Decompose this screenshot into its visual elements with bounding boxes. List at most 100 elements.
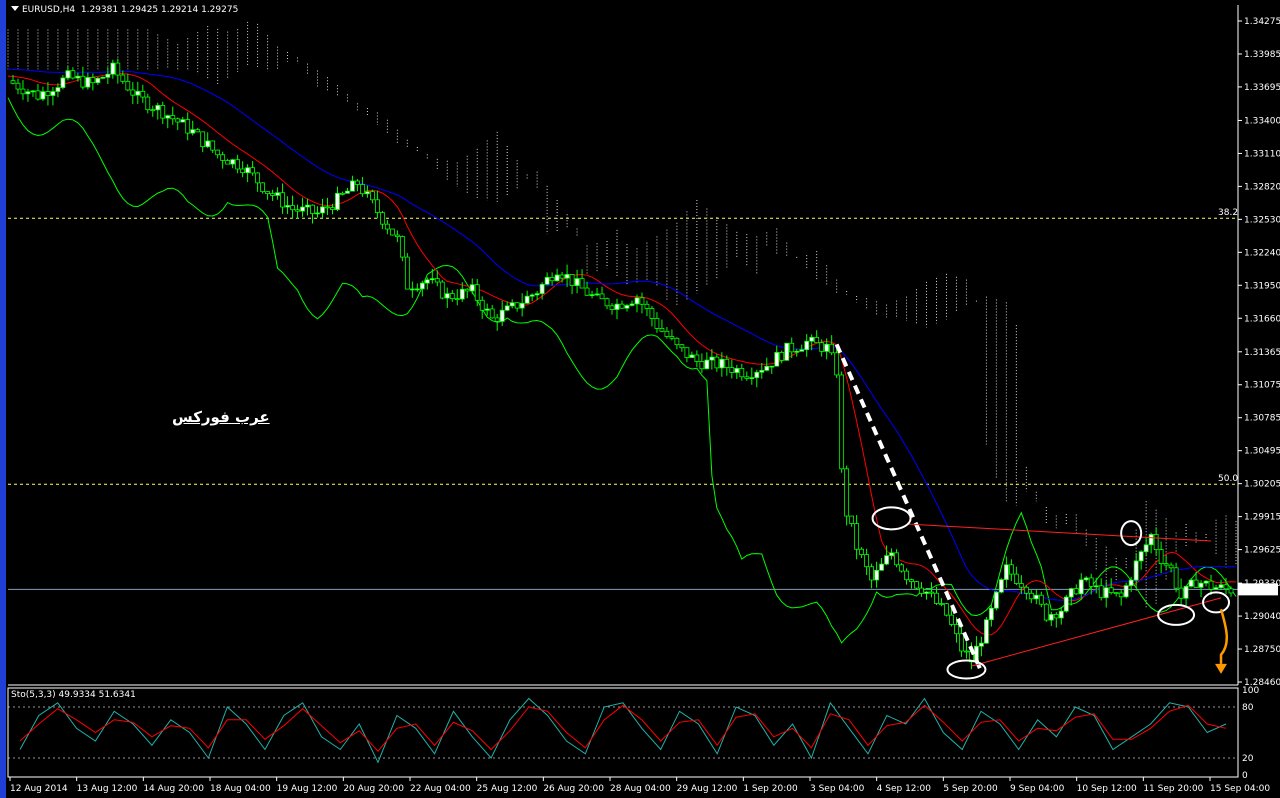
bear-candle [604,298,610,307]
bull-candle [50,91,56,96]
ichimoku-cloud [7,21,1237,610]
bull-candle [1093,585,1099,588]
bear-candle [844,468,850,517]
bull-candle [1198,582,1204,588]
time-tick-label: 26 Aug 20:00 [543,784,604,794]
bear-candle [1108,587,1114,594]
bear-candle [160,105,166,119]
bull-candle [634,297,640,305]
stoch-level-label: 20 [1242,754,1254,764]
bear-candle [10,80,16,84]
dashed-trendline [834,343,984,673]
price-tick-label: 1.33695 [1244,83,1280,93]
bull-candle [1148,534,1154,546]
bear-candle [779,352,785,361]
bull-candle [320,206,325,214]
bull-candle [594,293,600,296]
bull-candle [85,77,91,88]
bear-candle [310,204,315,214]
bear-candle [1098,585,1104,599]
bear-candle [834,352,840,376]
watermark-text: عرب فوركس [172,408,270,426]
dropdown-icon[interactable] [11,6,19,11]
bear-candle [20,88,26,95]
bear-candle [814,337,820,344]
time-axis: 12 Aug 2014 13 Aug 12:00 14 Aug 20:00 18 Au… [9,777,1270,794]
bull-candle [979,642,984,647]
bull-candle [809,337,815,342]
price-tick-label: 1.31365 [1244,348,1280,358]
bull-candle [1128,579,1134,586]
bull-candle [285,205,290,208]
bear-candle [394,234,400,237]
bull-candle [275,192,280,196]
bull-candle [988,607,994,621]
bull-candle [998,579,1004,593]
bull-candle [624,305,630,309]
bull-candle [205,140,211,148]
bear-candle [729,367,735,373]
bull-candle [1133,560,1139,581]
stochastic-label: Sto(5,3,3) 49.9334 51.6341 [11,690,136,700]
bear-candle [1053,614,1059,619]
bear-candle [360,184,365,195]
bear-candle [80,75,86,88]
highlight-ellipse [1120,520,1143,547]
bull-candle [65,70,71,79]
bear-candle [569,274,575,286]
bull-candle [519,302,525,309]
bear-candle [280,192,285,208]
forecast-arrow [1219,608,1228,664]
bear-candle [909,579,914,582]
bear-candle [1018,583,1024,588]
chart-header: EURUSD,H4 1.29381 1.29425 1.29214 1.2927… [11,5,238,15]
bear-candle [175,118,181,123]
bear-candle [1118,592,1124,598]
bull-candle [719,358,725,369]
bear-candle [399,236,405,258]
bull-candle [554,274,560,282]
bull-candle [245,167,251,174]
bull-candle [1203,580,1209,584]
bear-candle [170,115,176,120]
price-chart[interactable]: 38.2 50.0 1.34275 1.33985 1.33695 1.33400 1.3… [0,0,1280,798]
bull-candle [350,180,355,192]
time-tick-label: 1 Sep 20:00 [743,784,798,794]
bear-candle [579,278,585,289]
bear-candle [439,281,445,299]
bear-candle [489,308,495,319]
bull-candle [544,277,550,285]
time-tick-label: 18 Aug 04:00 [210,784,271,794]
price-tick-label: 1.29040 [1244,612,1280,622]
highlight-ellipse [946,659,987,680]
bear-candle [559,274,565,279]
bear-candle [454,298,460,300]
bull-candle [424,279,430,284]
bull-candle [469,284,475,292]
bear-candle [479,299,485,311]
stoch-level-label: 100 [1242,686,1259,696]
price-tick-label: 1.32820 [1244,182,1280,192]
bear-candle [854,523,860,550]
price-tick-label: 1.30785 [1244,414,1280,424]
time-tick-label: 28 Aug 04:00 [610,784,671,794]
bear-candle [35,90,41,100]
bull-candle [1003,564,1009,580]
bull-candle [1063,596,1069,612]
price-tick-label: 1.29625 [1244,546,1280,556]
bull-candle [784,342,790,361]
bull-candle [589,294,595,296]
stoch-level-label: 0 [1242,771,1248,781]
bull-candle [25,91,31,95]
bear-candle [654,318,660,329]
bear-candle [130,89,136,96]
bear-candle [1168,564,1174,569]
bear-candle [609,305,615,310]
bear-candle [899,564,904,572]
highlight-ellipse [1157,603,1196,626]
bear-candle [1223,584,1229,590]
bear-candle [514,302,520,309]
bear-candle [15,82,21,90]
bear-candle [449,293,455,299]
bull-candle [759,369,765,373]
